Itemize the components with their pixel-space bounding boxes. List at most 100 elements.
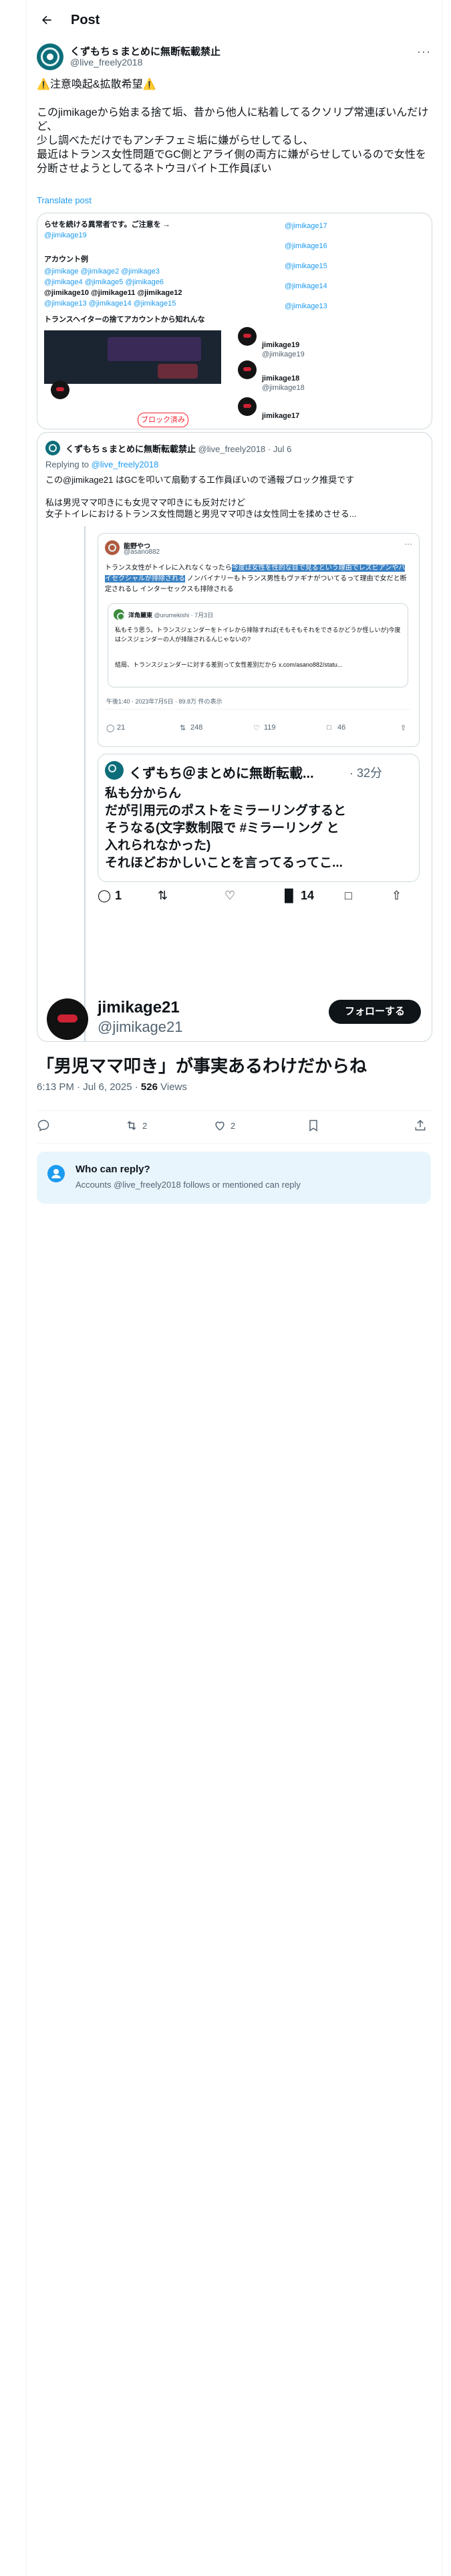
views-icon: █ — [285, 889, 293, 902]
bookmark-button[interactable] — [307, 1119, 320, 1132]
views-label: Views — [160, 1081, 187, 1093]
reply-author-name: くずもちｓまとめに無断転載禁止 — [65, 444, 196, 454]
user-name: jimikage18 — [262, 374, 300, 383]
share-icon: ⇧ — [392, 889, 402, 902]
post-image[interactable]: らせを続ける異常者です。ご注意を → @jimikage19 アカウント例 @j… — [37, 213, 432, 429]
quote-time: · 32分 — [349, 766, 383, 780]
reply-author-handle: @live_freely2018 — [198, 444, 266, 454]
translate-link[interactable]: Translate post — [37, 195, 92, 205]
views-count: 526 — [140, 1081, 158, 1093]
bookmark-icon: □ — [345, 889, 352, 902]
retweet-count: 2 — [142, 1120, 148, 1131]
image-link: @jimikage14 — [285, 282, 327, 290]
quote-card: くずもち＠まとめに無断転載... · 32分 私も分からん だが引用元のポストを… — [98, 754, 420, 882]
quote-actions: ◯ 1 ⇅ ♡ █ 14 □ ⇧ — [98, 889, 418, 907]
post-meta: 6:13 PM · Jul 6, 2025 · 526 Views — [37, 1081, 187, 1093]
nested-quote: 洋角麗東 @urumekishi · 7月3日 私もそう思う。トランスジェンダー… — [108, 603, 408, 687]
image-title: らせを続ける異常者です。ご注意を → — [44, 221, 170, 229]
post-text: ⚠️注意喚起&拡散希望⚠️ このjimikageから始まる捨て垢、昔から他人に粘… — [37, 79, 429, 175]
reply-image[interactable]: くずもちｓまとめに無断転載禁止 @live_freely2018 · Jul 6… — [37, 432, 432, 1042]
reply-thread: 能野やつ @asano882 ··· トランス女性がトイレに入れなくなったら今度… — [98, 533, 425, 1041]
image-link: @jimikage15 — [285, 262, 327, 270]
reply-icon: ◯ — [106, 724, 115, 732]
blocked-button: ブロック済み — [138, 413, 188, 427]
image-caption: トランスヘイターの捨てアカウントから知れんな — [44, 316, 205, 324]
bookmark-count: 46 — [337, 724, 346, 732]
reply-icon: ◯ — [98, 889, 112, 902]
heart-icon — [215, 1121, 224, 1131]
retweet-icon — [127, 1121, 136, 1130]
more-icon[interactable]: ··· — [417, 45, 431, 59]
image-link: @jimikage19 — [44, 231, 87, 239]
who-can-reply: Who can reply? Accounts @live_freely2018… — [37, 1152, 431, 1204]
heart-icon: ♡ — [224, 889, 236, 902]
avatar — [238, 327, 257, 346]
page-title: Post — [71, 12, 100, 27]
retweet-icon: ⇅ — [180, 724, 186, 732]
author-handle[interactable]: @live_freely2018 — [70, 57, 142, 68]
heart-icon: ♡ — [253, 724, 260, 732]
bookmark-icon: □ — [327, 724, 331, 732]
embedded-handle: @asano882 — [124, 548, 160, 556]
avatar[interactable] — [37, 43, 63, 70]
image-link: @jimikage16 — [285, 242, 327, 250]
replying-to-label: Replying to — [45, 459, 90, 469]
banner-image — [44, 330, 221, 384]
reply-date: · Jul 6 — [267, 444, 292, 454]
accounts-line: @jimikage4 @jimikage5 @jimikage6 — [44, 278, 164, 286]
avatar — [105, 540, 120, 555]
replying-to-handle: @live_freely2018 — [91, 459, 159, 469]
embedded-actions: ◯ 21 ⇅ 248 ♡ 119 □ 46 ⇧ — [106, 721, 411, 737]
quote-name: くずもち＠まとめに無断転載... — [129, 766, 314, 781]
embedded-meta: 午後1:40 · 2023年7月5日 · 89.8万 件の表示 — [106, 698, 222, 705]
accounts-label: アカウント例 — [44, 255, 88, 263]
back-button[interactable] — [33, 7, 60, 33]
top-bar: Post — [27, 0, 442, 40]
bookmark-icon — [309, 1119, 317, 1132]
user-name: jimikage19 — [262, 341, 300, 349]
reply-count: 1 — [115, 889, 122, 902]
retweet-count: 248 — [190, 724, 203, 732]
user-handle: @jimikage18 — [262, 384, 305, 392]
avatar — [105, 761, 124, 780]
accounts-line: @jimikage13 @jimikage14 @jimikage15 — [44, 300, 176, 308]
avatar — [114, 609, 125, 621]
avatar — [238, 397, 257, 416]
user-icon — [47, 1165, 65, 1182]
accounts-line: @jimikage10 @jimikage11 @jimikage12 — [44, 289, 182, 297]
retweet-button[interactable]: 2 — [125, 1119, 147, 1132]
profile-handle: @jimikage21 — [98, 1018, 183, 1035]
share-button[interactable] — [414, 1119, 427, 1132]
nested-name: 洋角麗東 — [128, 612, 153, 619]
nested-text: 私もそう思う。トランスジェンダーをトイレから排除すれば(そもそもそれをできるかど… — [115, 627, 401, 643]
image-link: @jimikage17 — [285, 222, 327, 230]
follow-button: フォローする — [329, 1000, 421, 1024]
avatar — [47, 998, 88, 1040]
reply-count: 21 — [117, 724, 126, 732]
post-timestamp[interactable]: 6:13 PM · Jul 6, 2025 · — [37, 1081, 138, 1093]
views-count: 14 — [301, 889, 315, 902]
like-button[interactable]: 2 — [213, 1119, 235, 1132]
user-handle: @jimikage19 — [262, 350, 305, 358]
embedded-text: トランス女性がトイレに入れなくなったら — [105, 564, 232, 572]
like-count: 2 — [231, 1120, 236, 1131]
reply-text: この@jimikage21 はGCを叩いて扇動する工作員ぼいので通報ブロック推奨… — [45, 475, 357, 519]
action-bar: 2 2 — [37, 1110, 431, 1144]
page: Post くずもちｓまとめに無断転載禁止 @live_freely2018 ··… — [0, 0, 451, 2576]
nested-handle: @urumekishi · 7月3日 — [154, 612, 214, 619]
arrow-left-icon — [42, 15, 51, 25]
share-icon — [415, 1119, 426, 1131]
retweet-icon: ⇅ — [158, 889, 168, 902]
like-count: 119 — [264, 724, 276, 732]
thread-line — [84, 526, 86, 1041]
quote-text: 私も分からん だが引用元のポストをミラーリングすると そうなる(文字数制限で #… — [105, 786, 347, 870]
reply-button[interactable] — [37, 1119, 50, 1132]
who-can-reply-subtitle: Accounts @live_freely2018 follows or men… — [76, 1180, 301, 1190]
who-can-reply-title: Who can reply? — [76, 1164, 150, 1175]
accounts-line: @jimikage @jimikage2 @jimikage3 — [44, 267, 160, 276]
user-name: jimikage17 — [262, 412, 300, 420]
avatar — [45, 441, 60, 455]
author-name[interactable]: くずもちｓまとめに無断転載禁止 — [70, 44, 220, 58]
profile-tweet: 「男児ママ叩き」が事実あるわけだからね — [37, 1056, 367, 1075]
share-icon: ⇧ — [400, 724, 407, 732]
